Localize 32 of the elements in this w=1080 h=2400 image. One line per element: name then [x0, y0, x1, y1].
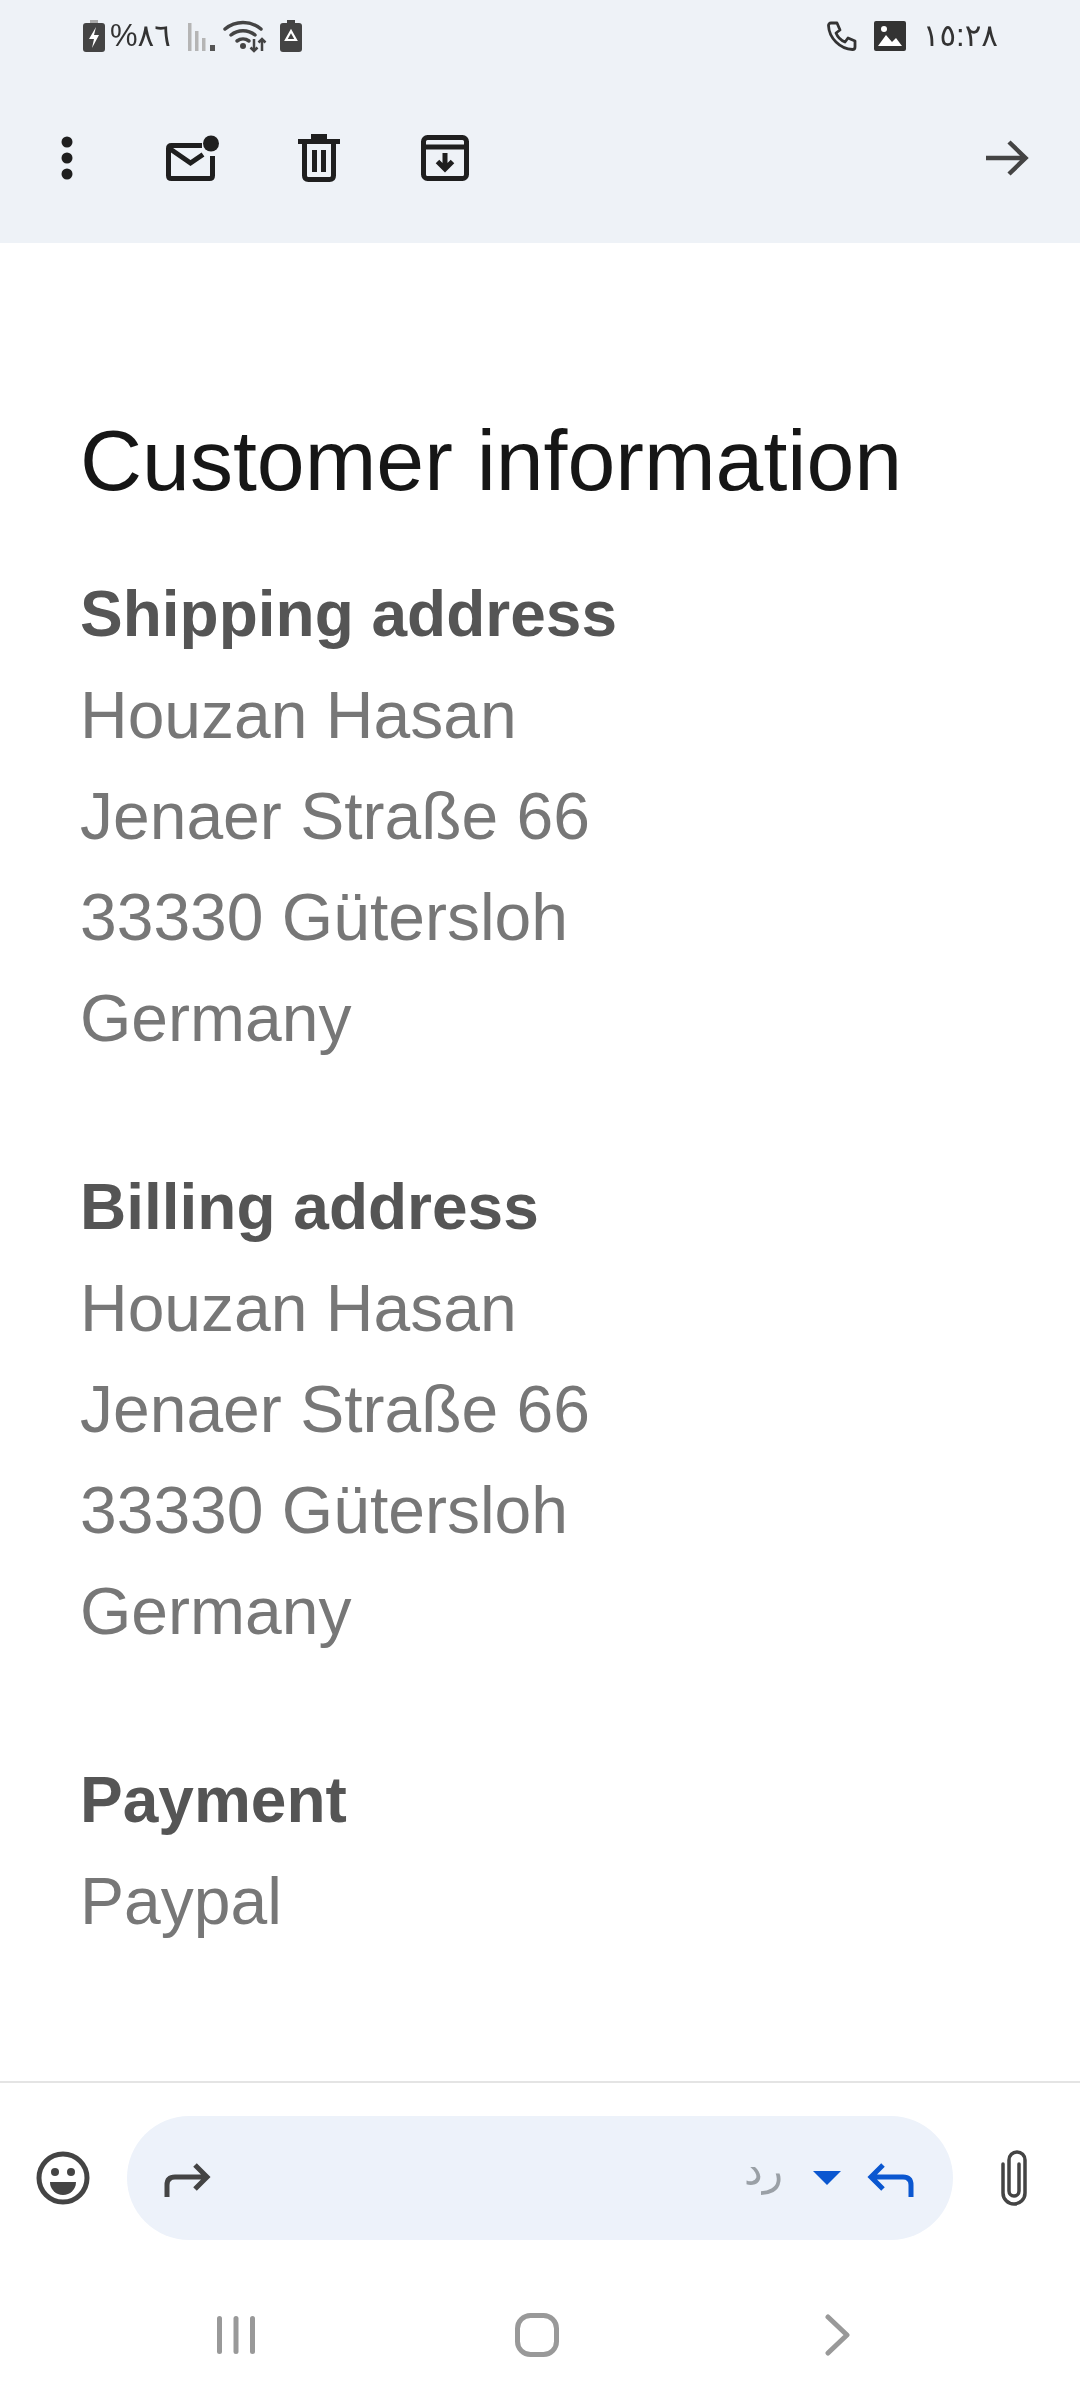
wifi-icon	[222, 19, 267, 53]
phone-icon	[826, 21, 857, 51]
info-line: Jenaer Straße 66	[80, 778, 590, 856]
info-line: Germany	[80, 980, 352, 1058]
archive-box-icon	[421, 134, 469, 181]
message-title: Customer information	[80, 411, 904, 510]
rounded-square-icon	[515, 2313, 559, 2357]
smiley-icon	[36, 2151, 90, 2205]
info-line: Houzan Hasan	[80, 677, 517, 755]
clock-time: ١٥:٢٨	[922, 17, 998, 55]
image-icon	[873, 21, 906, 51]
info-line: 33330 Gütersloh	[80, 879, 568, 957]
trash-icon	[298, 133, 340, 182]
three-bars-icon	[217, 2315, 255, 2355]
section-heading: Payment	[80, 1763, 347, 1839]
info-line: Paypal	[80, 1863, 282, 1941]
info-line: 33330 Gütersloh	[80, 1472, 568, 1550]
caret-down-icon	[813, 2171, 841, 2185]
info-line: Jenaer Straße 66	[80, 1371, 590, 1449]
signal-icon	[187, 21, 216, 51]
battery-charging-icon	[83, 20, 105, 52]
info-line: Germany	[80, 1573, 352, 1651]
section-heading: Shipping address	[80, 577, 617, 653]
reply-button[interactable]: رد	[744, 2148, 915, 2208]
chevron-right-icon	[825, 2314, 851, 2356]
arrow-right-icon	[985, 139, 1029, 176]
paperclip-icon	[1001, 2150, 1027, 2206]
vertical-dots-icon	[61, 135, 73, 180]
section-heading: Billing address	[80, 1170, 539, 1246]
envelope-with-dot-icon	[166, 134, 220, 181]
battery-percent: %٨٦	[110, 17, 171, 55]
info-line: Houzan Hasan	[80, 1270, 517, 1348]
